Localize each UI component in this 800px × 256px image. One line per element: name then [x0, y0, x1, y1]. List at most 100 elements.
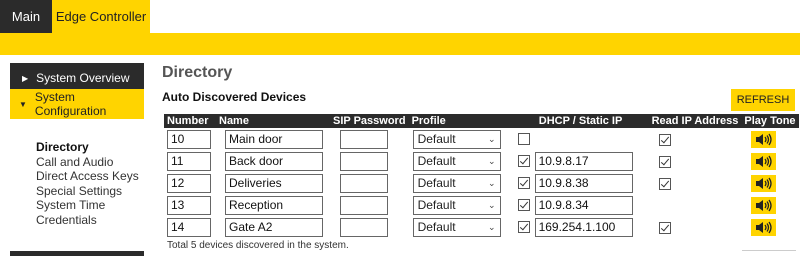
sip-cell [330, 150, 409, 172]
table-header-row: Number Name SIP Password Profile DHCP / … [164, 114, 799, 128]
name-field[interactable] [225, 129, 323, 149]
devices-count-note: Total 5 devices discovered in the system… [167, 240, 349, 251]
chevron-down-icon: ⌄ [488, 133, 496, 144]
read-ip-cell [649, 172, 742, 194]
profile-select[interactable]: Default ⌄ [412, 129, 501, 149]
speaker-icon [755, 199, 772, 211]
tab-main[interactable]: Main [0, 0, 52, 33]
read-ip-checkbox[interactable] [658, 133, 671, 146]
number-cell [164, 150, 216, 172]
read-ip-cell [649, 128, 742, 150]
profile-cell: Default ⌄ [409, 150, 513, 172]
dhcp-cell [513, 216, 649, 238]
sip-password-field[interactable] [340, 129, 388, 149]
profile-cell: Default ⌄ [409, 128, 513, 150]
play-tone-button[interactable] [751, 196, 777, 214]
header-sip-password: SIP Password [330, 114, 409, 128]
read-ip-cell [649, 194, 742, 216]
header-number: Number [164, 114, 216, 128]
speaker-icon [755, 133, 772, 145]
devices-table: Number Name SIP Password Profile DHCP / … [164, 114, 799, 238]
name-field[interactable] [225, 217, 323, 237]
page-title: Directory [162, 64, 233, 81]
dhcp-static-checkbox[interactable] [517, 199, 530, 211]
static-ip-field[interactable] [534, 195, 633, 215]
profile-cell: Default ⌄ [409, 194, 513, 216]
number-field[interactable] [167, 217, 211, 237]
sidebar-item-label: System Overview [36, 71, 130, 85]
caret-down-icon: ▼ [19, 99, 27, 109]
play-tone-button[interactable] [751, 174, 777, 192]
table-row: Default ⌄ [164, 150, 799, 172]
section-title: Auto Discovered Devices [162, 90, 307, 104]
static-ip-field[interactable] [534, 151, 633, 171]
sip-cell [330, 172, 409, 194]
number-field[interactable] [167, 151, 211, 171]
dhcp-cell [513, 194, 649, 216]
subnav-special-settings[interactable]: Special Settings [36, 184, 139, 199]
table-row: Default ⌄ [164, 128, 799, 150]
speaker-icon [755, 155, 772, 167]
subnav-call-and-audio[interactable]: Call and Audio [36, 155, 139, 170]
sip-password-field[interactable] [340, 195, 388, 215]
play-tone-button[interactable] [751, 152, 777, 170]
sidebar-item-label: System Configuration [34, 90, 107, 118]
subnav-directory[interactable]: Directory [36, 140, 139, 155]
subnav-system-time[interactable]: System Time [36, 198, 139, 213]
sip-password-field[interactable] [340, 217, 388, 237]
sip-cell [330, 194, 409, 216]
header-band [0, 33, 800, 55]
read-ip-checkbox[interactable] [658, 221, 671, 234]
play-tone-cell [741, 194, 798, 216]
header-profile: Profile [408, 114, 513, 128]
sidebar: ▶ System Overview ▼ System Configuration… [0, 55, 150, 256]
profile-select[interactable]: Default ⌄ [412, 217, 501, 237]
speaker-icon [755, 177, 772, 189]
static-ip-field[interactable] [534, 217, 633, 237]
profile-cell: Default ⌄ [409, 216, 513, 238]
sip-cell [330, 216, 409, 238]
play-tone-cell [741, 150, 798, 172]
name-field[interactable] [225, 151, 323, 171]
dhcp-static-checkbox[interactable] [517, 155, 530, 167]
sidebar-item-system-configuration[interactable]: ▼ System Configuration [10, 89, 144, 119]
refresh-button[interactable]: REFRESH [731, 89, 795, 111]
number-field[interactable] [167, 129, 211, 149]
read-ip-cell [649, 150, 742, 172]
chevron-down-icon: ⌄ [488, 221, 496, 232]
profile-select[interactable]: Default ⌄ [412, 195, 501, 215]
subnav-direct-access-keys[interactable]: Direct Access Keys [36, 169, 139, 184]
number-field[interactable] [167, 195, 211, 215]
static-ip-field[interactable] [534, 173, 633, 193]
table-row: Default ⌄ [164, 216, 799, 238]
dhcp-cell [513, 128, 649, 150]
read-ip-checkbox[interactable] [658, 177, 671, 190]
tab-edge-controller[interactable]: Edge Controller [52, 0, 150, 33]
play-tone-button[interactable] [751, 218, 777, 236]
read-ip-cell [649, 216, 742, 238]
header-read-ip-address: Read IP Address [648, 114, 742, 128]
read-ip-checkbox[interactable] [658, 155, 671, 168]
dhcp-static-checkbox[interactable] [517, 177, 530, 189]
subnav-credentials[interactable]: Credentials [36, 213, 139, 228]
play-tone-cell [741, 216, 798, 238]
name-cell [216, 194, 330, 216]
name-field[interactable] [225, 195, 323, 215]
dhcp-static-checkbox[interactable] [517, 133, 530, 145]
number-cell [164, 128, 216, 150]
number-cell [164, 216, 216, 238]
sip-password-field[interactable] [340, 151, 388, 171]
number-field[interactable] [167, 173, 211, 193]
name-field[interactable] [225, 173, 323, 193]
number-cell [164, 172, 216, 194]
name-cell [216, 128, 330, 150]
chevron-down-icon: ⌄ [488, 177, 496, 188]
profile-select[interactable]: Default ⌄ [412, 151, 501, 171]
sip-password-field[interactable] [340, 173, 388, 193]
dhcp-cell [513, 172, 649, 194]
sip-cell [330, 128, 409, 150]
play-tone-button[interactable] [751, 130, 777, 148]
profile-select[interactable]: Default ⌄ [412, 173, 501, 193]
dhcp-static-checkbox[interactable] [517, 221, 530, 233]
header-name: Name [216, 114, 330, 128]
